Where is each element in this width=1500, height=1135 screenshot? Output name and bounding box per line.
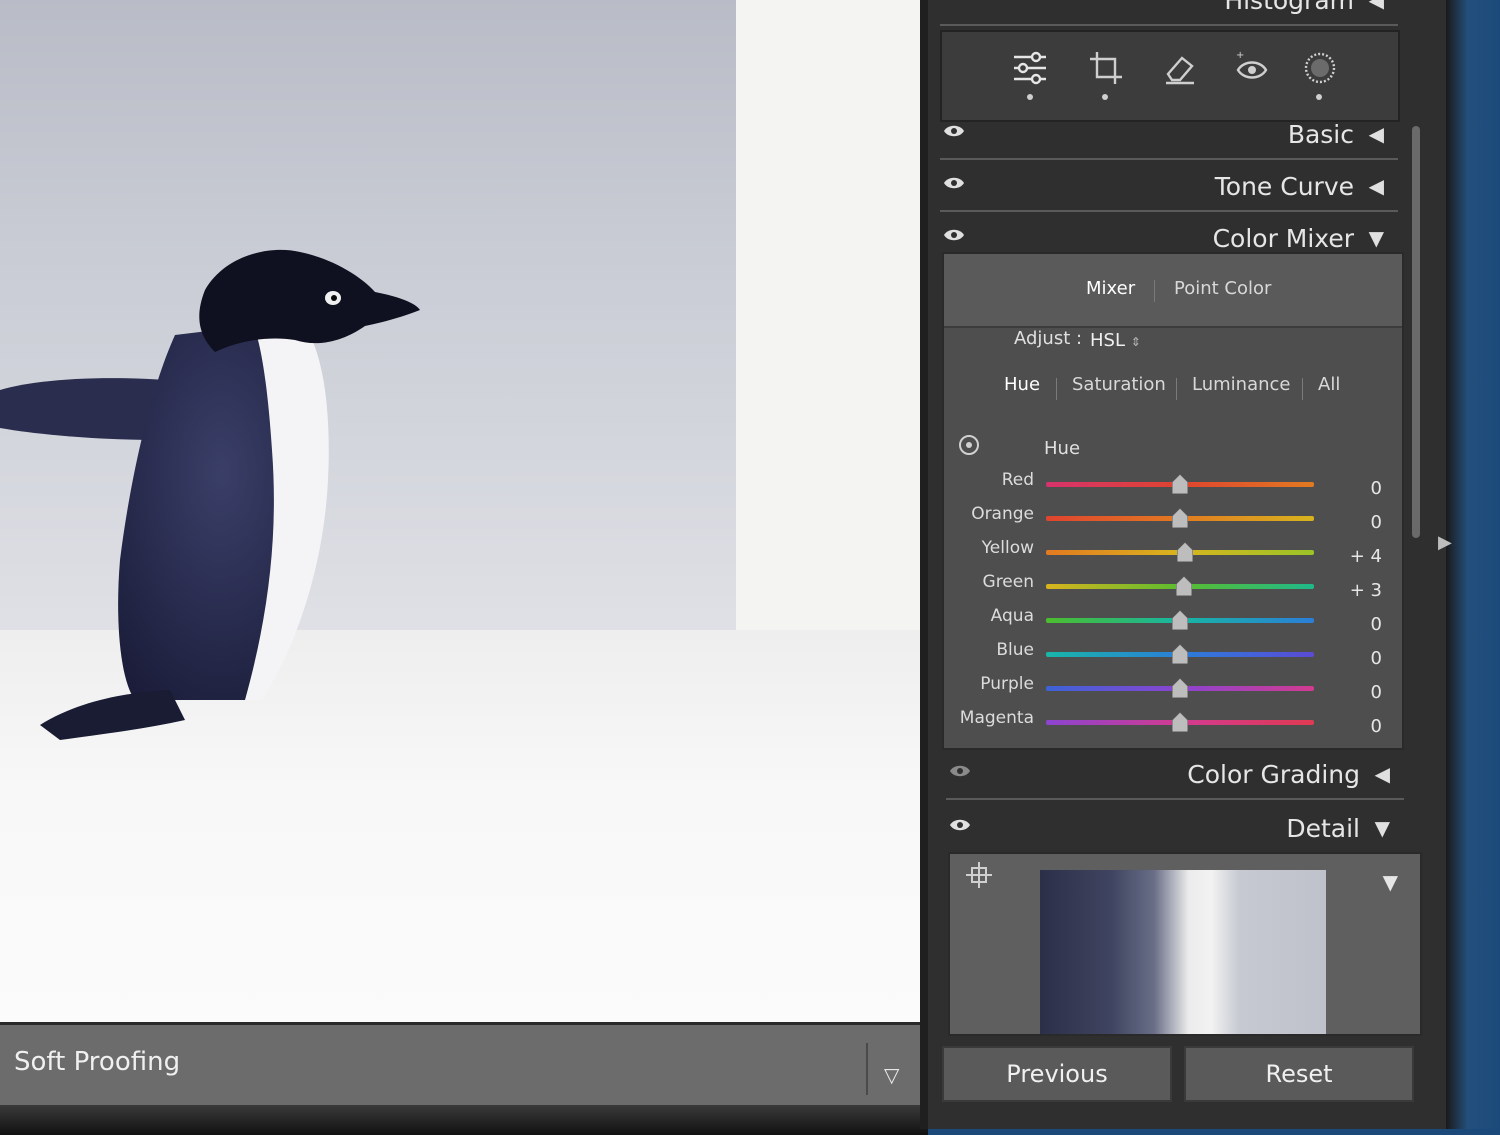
adjust-value: HSL: [1090, 330, 1125, 351]
visibility-eye-icon[interactable]: [943, 224, 965, 246]
mixer-tab-bar: Mixer Point Color: [944, 254, 1402, 328]
tab-separator: [1154, 280, 1155, 302]
updown-icon: ⇕: [1130, 335, 1141, 349]
visibility-eye-icon[interactable]: [943, 172, 965, 194]
detail-header[interactable]: Detail ▼: [946, 806, 1404, 852]
histogram-title: Histogram: [1224, 0, 1354, 15]
slider-value-blue[interactable]: 0: [1342, 648, 1382, 669]
previous-button[interactable]: Previous: [942, 1046, 1172, 1102]
tool-dot: [1316, 94, 1322, 100]
basic-title: Basic: [1287, 120, 1354, 149]
color-grading-title: Color Grading: [1187, 760, 1360, 789]
slider-thumb-red[interactable]: [1172, 474, 1188, 494]
penguin-image: [0, 249, 420, 740]
slider-label-yellow: Yellow: [981, 538, 1034, 558]
subtab-separator: [1302, 378, 1303, 400]
sliders-icon[interactable]: [1012, 50, 1048, 86]
reset-button[interactable]: Reset: [1184, 1046, 1414, 1102]
targeted-adjustment-icon[interactable]: [958, 434, 980, 456]
tool-dot: [1102, 94, 1108, 100]
slider-thumb-yellow[interactable]: [1177, 542, 1194, 562]
subtab-all[interactable]: All: [1318, 374, 1340, 395]
subtab-hue[interactable]: Hue: [1004, 374, 1040, 395]
expand-triangle-icon: ▼: [1374, 816, 1390, 840]
basic-header[interactable]: Basic ◀: [940, 112, 1398, 160]
develop-right-panel: Histogram ◀ + Basic ◀ Tone Curve ◀ Color…: [920, 0, 1454, 1129]
histogram-header[interactable]: Histogram ◀: [940, 0, 1398, 26]
color-mixer-title: Color Mixer: [1212, 224, 1354, 253]
visibility-eye-icon[interactable]: [949, 814, 971, 836]
slider-label-red: Red: [1001, 470, 1034, 490]
tab-mixer[interactable]: Mixer: [1086, 278, 1135, 299]
slider-label-magenta: Magenta: [959, 708, 1034, 728]
slider-thumb-aqua[interactable]: [1172, 610, 1188, 630]
eraser-icon[interactable]: [1162, 50, 1198, 86]
collapse-triangle-icon: ◀: [1368, 174, 1384, 198]
adjust-select[interactable]: HSL ⇕: [1090, 330, 1141, 351]
slider-thumb-magenta[interactable]: [1172, 712, 1188, 732]
slider-value-red[interactable]: 0: [1342, 478, 1382, 499]
toolbar-divider: [866, 1043, 868, 1095]
crosshair-icon[interactable]: [966, 862, 992, 888]
expand-triangle-icon: ▼: [1368, 226, 1384, 250]
collapse-triangle-icon: ◀: [1368, 122, 1384, 146]
red-eye-icon[interactable]: +: [1234, 50, 1270, 86]
detail-zoom-preview[interactable]: [1040, 870, 1326, 1034]
slider-label-green: Green: [982, 572, 1034, 592]
masking-icon[interactable]: [1302, 50, 1338, 86]
subtab-separator: [1056, 378, 1057, 400]
detail-preview-panel: ▼: [948, 852, 1422, 1036]
slider-thumb-green[interactable]: [1176, 576, 1193, 596]
detail-title: Detail: [1286, 814, 1360, 843]
subtab-saturation[interactable]: Saturation: [1072, 374, 1166, 395]
tool-strip: +: [940, 30, 1400, 122]
slider-value-yellow[interactable]: + 4: [1342, 546, 1382, 567]
slider-label-blue: Blue: [996, 640, 1034, 660]
collapse-triangle-icon: ◀: [1368, 0, 1384, 12]
slider-label-aqua: Aqua: [990, 606, 1034, 626]
screen-edge: [1446, 0, 1500, 1129]
crop-icon[interactable]: [1088, 50, 1124, 86]
slider-thumb-purple[interactable]: [1172, 678, 1188, 698]
visibility-eye-icon[interactable]: [943, 120, 965, 142]
collapse-triangle-icon: ◀: [1374, 762, 1390, 786]
slider-value-aqua[interactable]: 0: [1342, 614, 1382, 635]
hue-heading: Hue: [1044, 438, 1081, 459]
adjust-label: Adjust :: [1014, 328, 1083, 349]
slider-value-orange[interactable]: 0: [1342, 512, 1382, 533]
slider-value-purple[interactable]: 0: [1342, 682, 1382, 703]
subtab-luminance[interactable]: Luminance: [1192, 374, 1290, 395]
detail-preview-toggle-icon[interactable]: ▼: [1383, 870, 1398, 894]
slider-label-orange: Orange: [971, 504, 1034, 524]
visibility-eye-icon[interactable]: [949, 760, 971, 782]
slider-value-magenta[interactable]: 0: [1342, 716, 1382, 737]
toolbar-menu-chevron-icon[interactable]: ▽: [884, 1063, 899, 1087]
bezel: [0, 1105, 928, 1135]
color-grading-header[interactable]: Color Grading ◀: [946, 752, 1404, 800]
active-tool-dot: [1027, 94, 1033, 100]
photo-canvas[interactable]: [0, 0, 928, 1022]
subtab-separator: [1176, 378, 1177, 400]
tab-point-color[interactable]: Point Color: [1174, 278, 1271, 299]
tone-curve-header[interactable]: Tone Curve ◀: [940, 164, 1398, 212]
color-mixer-panel: Mixer Point Color Adjust : HSL ⇕ Hue Sat…: [942, 252, 1404, 750]
panel-expand-arrow-icon[interactable]: ▶: [1438, 532, 1452, 553]
slider-value-green[interactable]: + 3: [1342, 580, 1382, 601]
panel-scrollbar[interactable]: [1412, 126, 1420, 538]
slider-thumb-blue[interactable]: [1172, 644, 1188, 664]
soft-proofing-checkbox-label[interactable]: Soft Proofing: [14, 1047, 180, 1077]
slider-thumb-orange[interactable]: [1172, 508, 1188, 528]
tone-curve-title: Tone Curve: [1214, 172, 1354, 201]
slider-label-purple: Purple: [980, 674, 1034, 694]
bottom-toolbar: Soft Proofing ▽: [0, 1022, 928, 1135]
svg-text:+: +: [1236, 50, 1244, 61]
